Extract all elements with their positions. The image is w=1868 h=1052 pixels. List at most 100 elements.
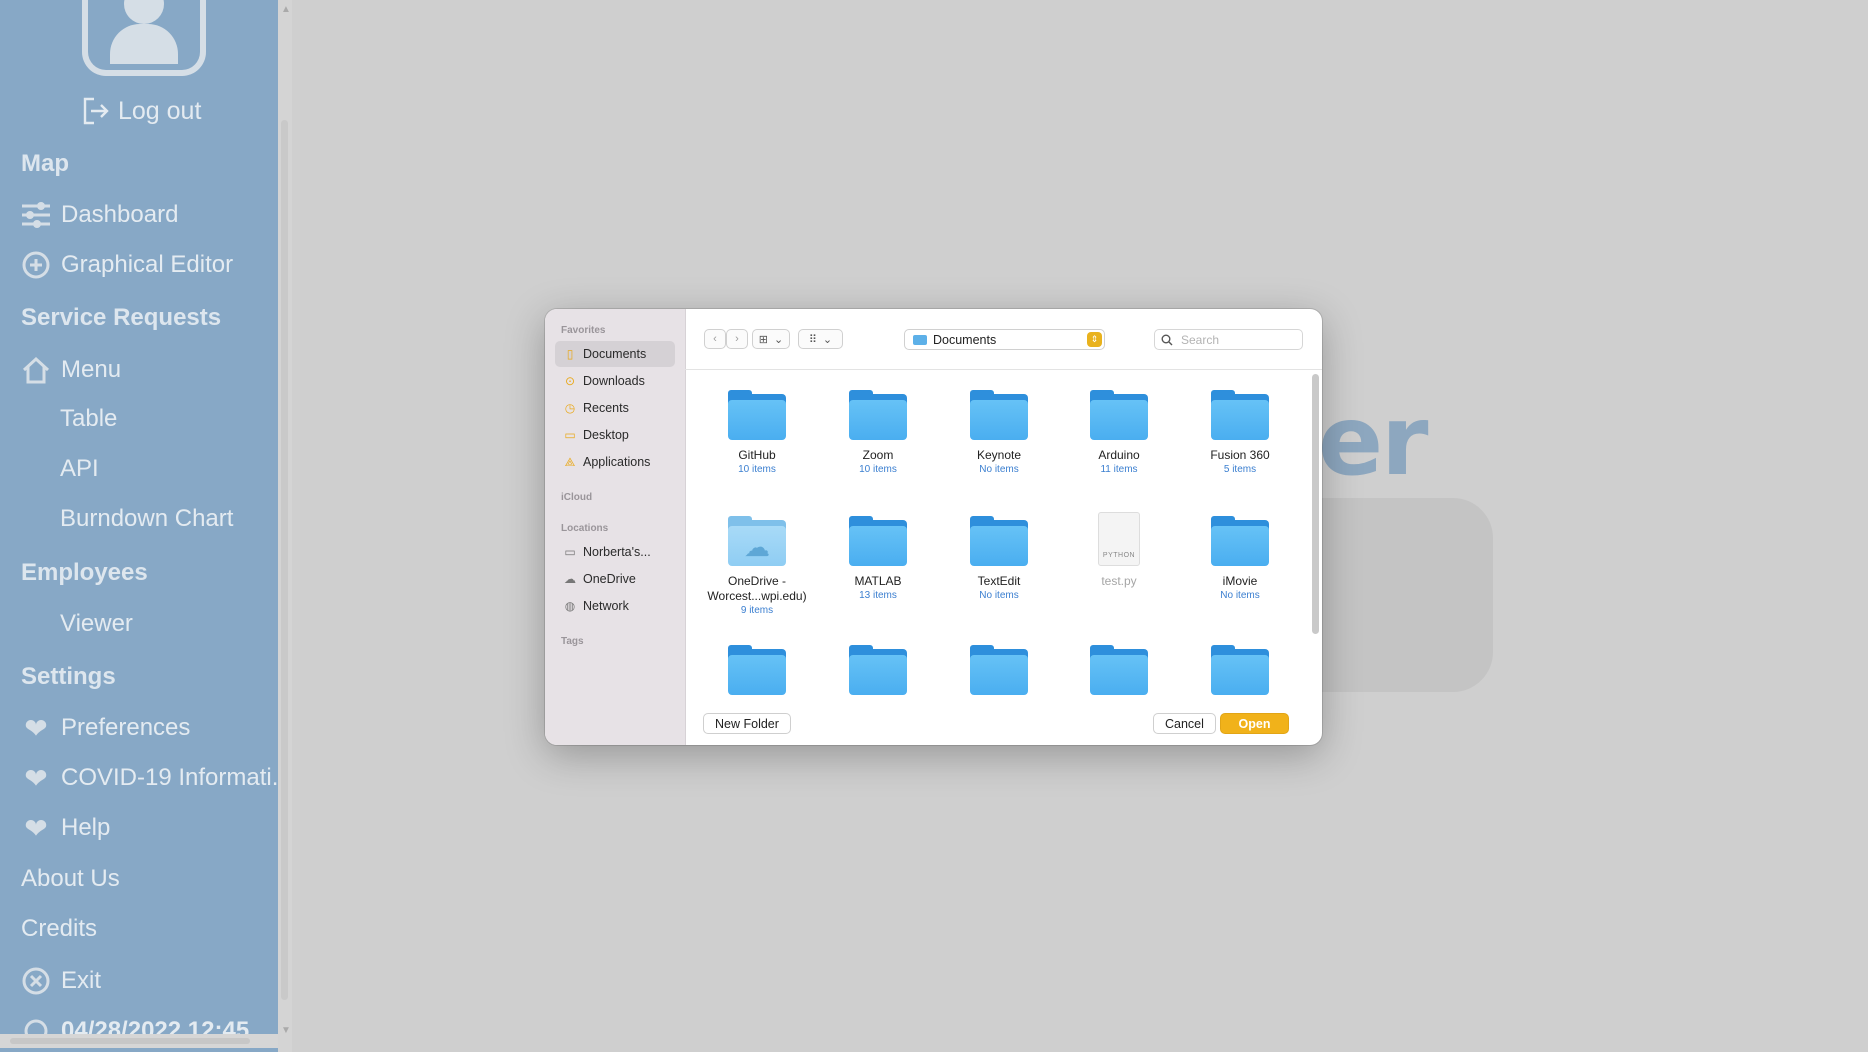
plus-circle-icon (21, 250, 51, 280)
file-item-onedrive[interactable]: OneDrive - Worcest...wpi.edu) 9 items (697, 516, 817, 617)
file-name: MATLAB (854, 574, 902, 588)
file-item-arduino[interactable]: Arduino 11 items (1059, 390, 1179, 476)
folder-icon (849, 516, 907, 566)
icloud-header: iCloud (561, 492, 593, 503)
preferences-label: Preferences (61, 714, 191, 741)
folder-icon (970, 516, 1028, 566)
sidebar-item-exit[interactable]: Exit (21, 966, 101, 996)
folder-icon (728, 645, 786, 695)
file-name: TextEdit (977, 574, 1021, 588)
search-icon (1161, 334, 1173, 345)
logout-button[interactable]: Log out (82, 96, 201, 126)
file-name: Zoom (862, 448, 894, 462)
file-item[interactable] (1059, 645, 1179, 695)
avatar[interactable] (82, 0, 206, 76)
fav-item-downloads[interactable]: ⊙ Downloads (555, 368, 675, 394)
file-count: 11 items (1100, 464, 1138, 475)
fav-label: Applications (583, 455, 651, 469)
covid-label: COVID-19 Informati... (61, 764, 278, 791)
file-count: No items (979, 590, 1019, 601)
open-button[interactable]: Open (1220, 713, 1289, 734)
file-name: Keynote (976, 448, 1022, 462)
location-label: OneDrive (583, 572, 636, 586)
heart-icon: ❤ (24, 812, 48, 844)
file-name-line2: Worcest...wpi.edu) (707, 589, 807, 603)
logout-label: Log out (118, 96, 202, 125)
sidebar-item-viewer[interactable]: Viewer (60, 610, 133, 638)
exit-label: Exit (61, 967, 102, 994)
file-count: 5 items (1223, 464, 1257, 475)
fav-label: Desktop (583, 428, 629, 442)
python-file-icon: PYTHON (1098, 512, 1140, 566)
home-icon (21, 355, 51, 385)
sidebar-item-covid[interactable]: ❤ COVID-19 Informati... (21, 762, 278, 794)
sidebar-item-graphical-editor[interactable]: Graphical Editor (21, 250, 233, 280)
grid-dots-icon: ⠿ (808, 333, 817, 346)
path-popup[interactable]: Documents ⇕ (904, 329, 1105, 350)
fav-label: Downloads (583, 374, 645, 388)
folder-icon (1090, 645, 1148, 695)
file-count: 10 items (738, 464, 776, 475)
sidebar-horizontal-scrollbar[interactable] (0, 1034, 278, 1048)
file-kind-label: PYTHON (1102, 552, 1136, 559)
clock-icon: ◷ (564, 401, 576, 415)
cloud-folder-icon (728, 516, 786, 566)
sidebar-item-dashboard[interactable]: Dashboard (21, 200, 178, 230)
folder-icon (970, 390, 1028, 440)
fav-item-desktop[interactable]: ▭ Desktop (555, 422, 675, 448)
location-item-network[interactable]: ◍ Network (555, 593, 675, 619)
sidebar-item-burndown-chart[interactable]: Burndown Chart (60, 505, 233, 533)
new-folder-button[interactable]: New Folder (703, 713, 791, 734)
back-button[interactable]: ‹ (704, 329, 726, 349)
cancel-button[interactable]: Cancel (1153, 713, 1216, 734)
search-input[interactable] (1179, 331, 1293, 348)
file-item[interactable] (697, 645, 817, 695)
app-sidebar: Log out Map Dashboard Graphical Editor S… (0, 0, 278, 1052)
updown-icon: ⇕ (1087, 332, 1102, 347)
fav-label: Recents (583, 401, 629, 415)
file-item[interactable] (939, 645, 1059, 695)
file-item-zoom[interactable]: Zoom 10 items (818, 390, 938, 476)
file-item-imovie[interactable]: iMovie No items (1180, 516, 1300, 602)
help-label: Help (61, 814, 111, 841)
heart-icon: ❤ (24, 762, 48, 794)
file-count: No items (1220, 590, 1260, 601)
chevron-down-icon: ⌄ (774, 333, 784, 346)
file-item[interactable] (818, 645, 938, 695)
file-item-textedit[interactable]: TextEdit No items (939, 516, 1059, 602)
hero-title-fragment: er (1318, 385, 1428, 497)
fav-item-documents[interactable]: ▯ Documents (555, 341, 675, 367)
file-name: Arduino (1098, 448, 1140, 462)
file-name: iMovie (1222, 574, 1258, 588)
location-item-computer[interactable]: ▭ Norberta's... (555, 539, 675, 565)
file-item-github[interactable]: GitHub 10 items (697, 390, 817, 476)
file-browser-scrollbar[interactable] (1312, 374, 1319, 634)
file-item-matlab[interactable]: MATLAB 13 items (818, 516, 938, 602)
sidebar-item-menu[interactable]: Menu (21, 355, 121, 385)
forward-button[interactable]: › (726, 329, 748, 349)
sidebar-item-help[interactable]: ❤ Help (21, 812, 111, 844)
sidebar-item-preferences[interactable]: ❤ Preferences (21, 713, 191, 744)
file-count: 10 items (859, 464, 897, 475)
folder-icon (1211, 390, 1269, 440)
fav-item-recents[interactable]: ◷ Recents (555, 395, 675, 421)
sidebar-vertical-scrollbar[interactable]: ▲ ▼ (278, 0, 293, 1052)
sidebar-item-table[interactable]: Table (60, 405, 117, 433)
sidebar-item-api[interactable]: API (60, 455, 99, 483)
sidebar-item-about-us[interactable]: About Us (21, 865, 120, 893)
icon-view-button[interactable]: ⊞ ⌄ (752, 329, 790, 349)
file-name: Fusion 360 (1210, 448, 1270, 462)
folder-icon (849, 645, 907, 695)
desktop-icon: ▭ (564, 428, 576, 442)
file-open-dialog: Favorites ▯ Documents ⊙ Downloads ◷ Rece… (545, 309, 1322, 745)
sidebar-item-credits[interactable]: Credits (21, 915, 97, 943)
location-item-onedrive[interactable]: ☁ OneDrive (555, 566, 675, 592)
section-map: Map (21, 150, 69, 177)
group-view-button[interactable]: ⠿ ⌄ (798, 329, 843, 349)
file-item[interactable] (1180, 645, 1300, 695)
menu-label: Menu (61, 356, 122, 383)
file-item-fusion-360[interactable]: Fusion 360 5 items (1180, 390, 1300, 476)
file-item-keynote[interactable]: Keynote No items (939, 390, 1059, 476)
fav-item-applications[interactable]: ⟁ Applications (555, 449, 675, 475)
search-field[interactable] (1154, 329, 1303, 350)
